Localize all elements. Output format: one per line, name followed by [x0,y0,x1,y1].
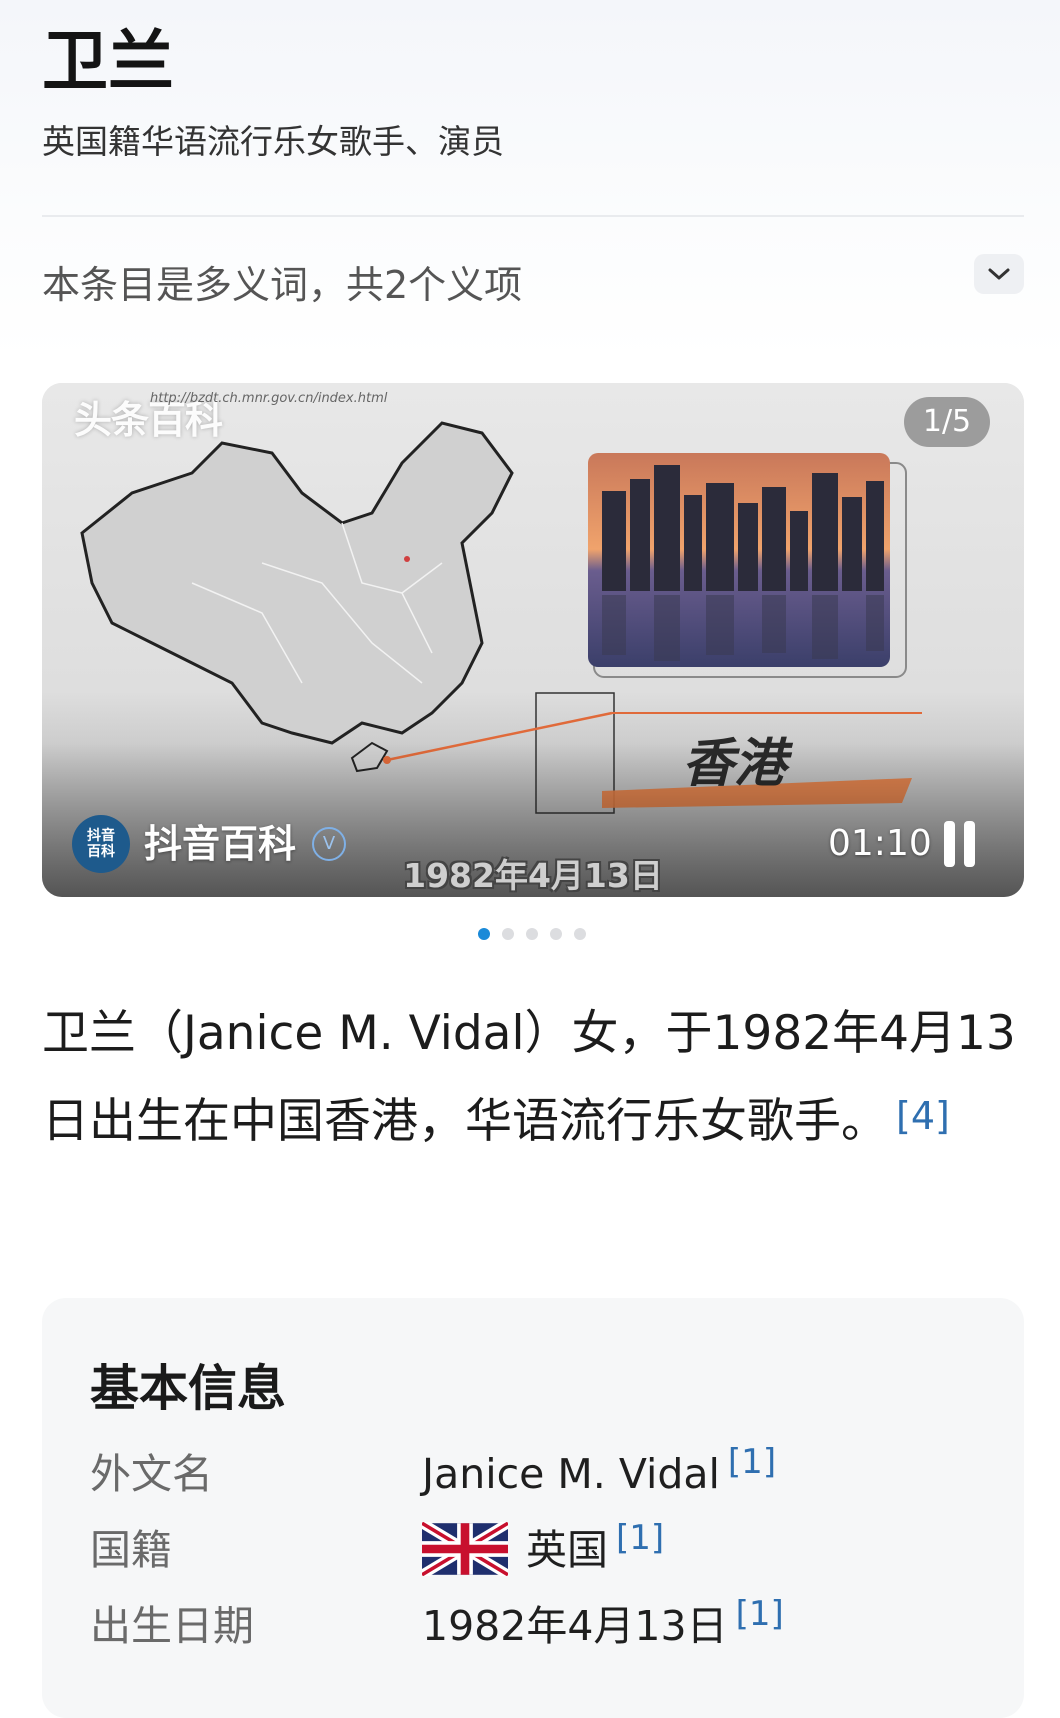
slide-counter: 1/5 [904,397,990,447]
carousel-dot-4[interactable] [550,928,562,940]
basic-info-heading: 基本信息 [90,1359,287,1417]
info-citation[interactable]: [1] [616,1518,664,1558]
info-row-label: 国籍 [90,1526,172,1574]
carousel-dot-5[interactable] [574,928,586,940]
disambiguation-toggle-button[interactable] [974,254,1024,294]
media-carousel[interactable]: 香港 头条百科 http://bzdt.ch.mnr.gov.cn/inde [42,383,1024,897]
info-citation[interactable]: [1] [728,1442,776,1482]
info-row-value: Janice M. Vidal [1] [422,1438,776,1510]
chevron-down-icon [988,268,1010,280]
intro-citation[interactable]: [4] [896,1094,950,1138]
info-row-foreign-name: 外文名 Janice M. Vidal [1] [90,1438,990,1510]
nationality-value: 英国 [526,1526,608,1574]
intro-text: 卫兰（Janice M. Vidal）女，于1982年4月13日出生在中国香港，… [42,1006,1016,1149]
info-citation[interactable]: [1] [736,1594,784,1634]
divider [42,215,1024,217]
carousel-dot-1[interactable] [478,928,490,940]
birth-date-value: 1982年4月13日 [422,1602,728,1650]
disambiguation-text[interactable]: 本条目是多义词，共2个义项 [42,258,522,312]
pause-icon-bar [964,821,975,867]
page-title: 卫兰 [42,22,174,100]
carousel-dot-2[interactable] [502,928,514,940]
info-row-label: 出生日期 [90,1602,254,1650]
info-row-value: 1982年4月13日 [1] [422,1590,784,1662]
info-row-birth-date: 出生日期 1982年4月13日 [1] [90,1590,990,1662]
watermark-url: http://bzdt.ch.mnr.gov.cn/index.html [150,391,388,406]
uk-flag-icon [422,1522,508,1576]
intro-paragraph: 卫兰（Janice M. Vidal）女，于1982年4月13日出生在中国香港，… [42,990,1027,1166]
info-row-value: 英国 [1] [422,1514,664,1586]
foreign-name-value: Janice M. Vidal [422,1450,720,1498]
info-row-nationality: 国籍 英国 [1] [90,1514,990,1586]
carousel-dot-3[interactable] [526,928,538,940]
pause-icon [944,821,955,867]
pause-button[interactable] [940,821,980,867]
basic-info-card: 基本信息 外文名 Janice M. Vidal [1] 国籍 英国 [1] 出生日… [42,1298,1024,1718]
video-time: 01:10 [828,823,932,864]
info-row-label: 外文名 [90,1450,213,1498]
page-subtitle: 英国籍华语流行乐女歌手、演员 [42,122,504,161]
